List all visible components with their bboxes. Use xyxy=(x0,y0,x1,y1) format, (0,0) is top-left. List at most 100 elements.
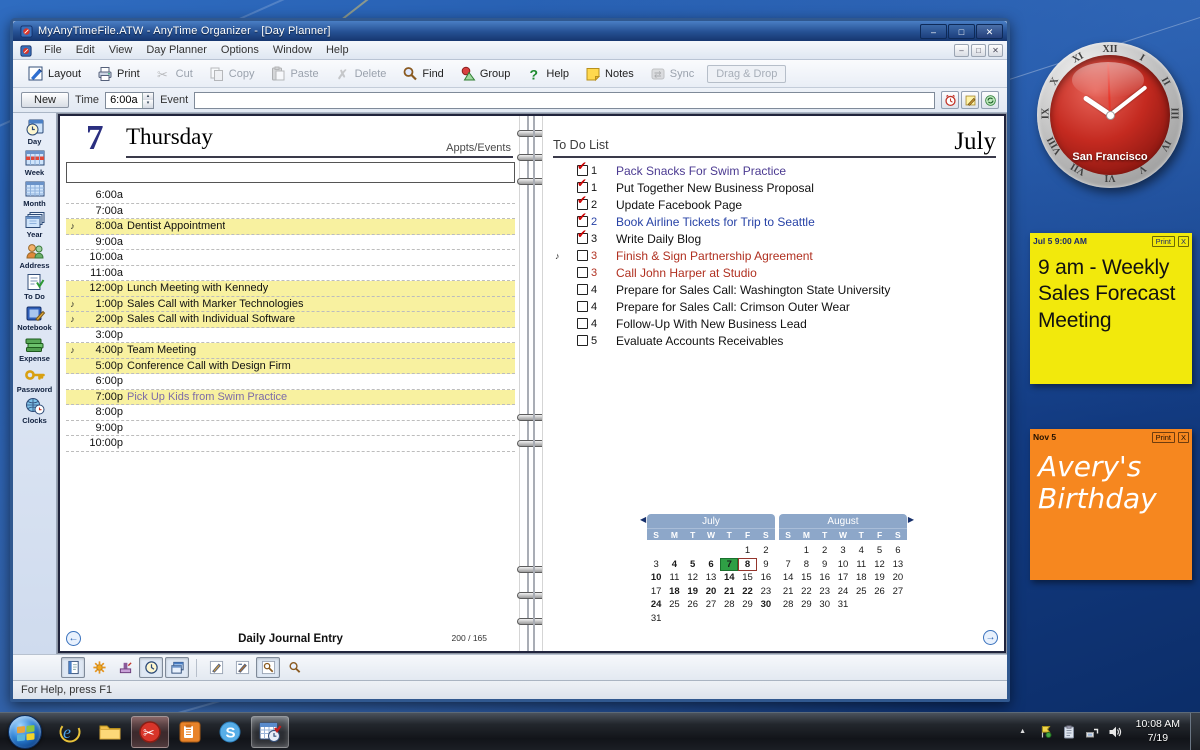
child-minimize-button[interactable]: – xyxy=(954,44,969,57)
taskbar-item-anytime-organizer-doc[interactable]: ✂ xyxy=(131,716,169,748)
todo-item[interactable]: 3Call John Harper at Studio xyxy=(553,264,996,281)
world-clock-widget[interactable]: XIIIIIIIIIVVVIVIIVIIIIXXXI San Francisco xyxy=(1037,42,1183,188)
time-slot-7-00p[interactable]: 7:00pPick Up Kids from Swim Practice xyxy=(66,390,515,406)
calendar-day-12[interactable]: 12 xyxy=(684,571,702,585)
pen-zoom-button[interactable] xyxy=(256,657,280,678)
title-bar[interactable]: MyAnyTimeFile.ATW - AnyTime Organizer - … xyxy=(13,21,1007,41)
spinner-up-icon[interactable]: ▴ xyxy=(143,93,153,101)
menu-edit[interactable]: Edit xyxy=(69,42,102,58)
todo-item[interactable]: ✔2Update Facebook Page xyxy=(553,196,996,213)
calendar-day-7[interactable]: 7 xyxy=(720,558,738,572)
options-gear-button[interactable] xyxy=(87,657,111,678)
calendar-day-27[interactable]: 27 xyxy=(702,598,720,612)
calendar-day-28[interactable]: 28 xyxy=(720,598,738,612)
sidebar-item-expense[interactable]: Expense xyxy=(13,333,57,364)
child-close-button[interactable]: ✕ xyxy=(988,44,1003,57)
calendar-day-12[interactable]: 12 xyxy=(870,558,888,572)
todo-item[interactable]: ✔2Book Airline Tickets for Trip to Seatt… xyxy=(553,213,996,230)
calendar-day-8[interactable]: 8 xyxy=(797,558,815,572)
sticky-note-text[interactable]: Avery's Birthday xyxy=(1030,445,1192,580)
todo-checkbox[interactable]: ✔ xyxy=(577,165,588,176)
spinner-arrows[interactable]: ▴ ▾ xyxy=(142,93,153,108)
calendar-day-3[interactable]: 3 xyxy=(647,558,665,572)
time-slot-9-00p[interactable]: 9:00p xyxy=(66,421,515,437)
stamp-button[interactable] xyxy=(113,657,137,678)
taskbar-item-anytime-organizer[interactable] xyxy=(251,716,289,748)
calendar-day-19[interactable]: 19 xyxy=(870,571,888,585)
calendar-day-15[interactable]: 15 xyxy=(797,571,815,585)
toolbar-print[interactable]: Print xyxy=(90,63,147,85)
calendar-day-26[interactable]: 26 xyxy=(684,598,702,612)
todo-checkbox[interactable] xyxy=(577,301,588,312)
tray-action-center-icon[interactable] xyxy=(1038,724,1054,740)
calendar-day-23[interactable]: 23 xyxy=(757,585,775,599)
sticky-note-text[interactable]: 9 am - Weekly Sales Forecast Meeting xyxy=(1030,249,1192,384)
calendar-day-15[interactable]: 15 xyxy=(738,571,756,585)
calendar-day-17[interactable]: 17 xyxy=(647,585,665,599)
toolbar-copy[interactable]: Copy xyxy=(202,63,262,85)
sidebar-item-year[interactable]: Year xyxy=(13,209,57,240)
cascade-button[interactable] xyxy=(165,657,189,678)
journal-button[interactable] xyxy=(61,657,85,678)
next-day-button[interactable]: → xyxy=(983,630,998,645)
pen-style-2-button[interactable] xyxy=(230,657,254,678)
toolbar-notes[interactable]: Notes xyxy=(578,63,641,85)
calendar-day-10[interactable]: 10 xyxy=(647,571,665,585)
calendar-day-14[interactable]: 14 xyxy=(720,571,738,585)
calendar-day-31[interactable]: 31 xyxy=(647,612,665,626)
todo-item[interactable]: ✔3Write Daily Blog xyxy=(553,230,996,247)
time-slot-9-00a[interactable]: 9:00a xyxy=(66,235,515,251)
todo-checkbox[interactable] xyxy=(577,284,588,295)
next-month-icon[interactable]: ▶ xyxy=(908,515,914,524)
calendar-day-2[interactable]: 2 xyxy=(816,544,834,558)
calendar-day-9[interactable]: 9 xyxy=(757,558,775,572)
todo-checkbox[interactable] xyxy=(577,318,588,329)
print-button[interactable]: Print xyxy=(1152,432,1175,443)
tray-expand-icon[interactable]: ▲ xyxy=(1015,724,1031,740)
close-icon[interactable]: X xyxy=(1178,236,1189,247)
taskbar-clock[interactable]: 10:08 AM 7/19 xyxy=(1130,718,1186,745)
sidebar-item-week[interactable]: Week xyxy=(13,147,57,178)
calendar-day-29[interactable]: 29 xyxy=(797,598,815,612)
calendar-day-24[interactable]: 24 xyxy=(834,585,852,599)
calendar-day-3[interactable]: 3 xyxy=(834,544,852,558)
tray-network-icon[interactable] xyxy=(1084,724,1100,740)
time-slot-12-00p[interactable]: 12:00pLunch Meeting with Kennedy xyxy=(66,281,515,297)
calendar-day-2[interactable]: 2 xyxy=(757,544,775,558)
todo-item[interactable]: ♪3Finish & Sign Partnership Agreement xyxy=(553,247,996,264)
menu-window[interactable]: Window xyxy=(266,42,319,58)
sidebar-item-notebook[interactable]: Notebook xyxy=(13,302,57,333)
toolbar-cut[interactable]: ✂Cut xyxy=(149,63,200,85)
todo-checkbox[interactable]: ✔ xyxy=(577,199,588,210)
print-button[interactable]: Print xyxy=(1152,236,1175,247)
taskbar-item-windows-explorer[interactable] xyxy=(91,716,129,748)
calendar-day-9[interactable]: 9 xyxy=(816,558,834,572)
menu-file[interactable]: File xyxy=(37,42,69,58)
calendar-day-18[interactable]: 18 xyxy=(852,571,870,585)
toolbar-layout[interactable]: Layout xyxy=(21,63,88,85)
taskbar-item-skype[interactable]: S xyxy=(211,716,249,748)
sticky-note-meeting[interactable]: Jul 5 9:00 AM Print X 9 am - Weekly Sale… xyxy=(1030,233,1192,384)
calendar-day-6[interactable]: 6 xyxy=(889,544,907,558)
calendar-day-18[interactable]: 18 xyxy=(665,585,683,599)
spinner-down-icon[interactable]: ▾ xyxy=(143,100,153,108)
todo-item[interactable]: ✔1Put Together New Business Proposal xyxy=(553,179,996,196)
time-spinner[interactable]: 6:00a ▴ ▾ xyxy=(105,92,154,109)
toolbar-paste[interactable]: Paste xyxy=(263,63,325,85)
event-input[interactable] xyxy=(194,92,935,109)
calendar-day-30[interactable]: 30 xyxy=(816,598,834,612)
time-slot-3-00p[interactable]: 3:00p xyxy=(66,328,515,344)
todo-checkbox[interactable]: ✔ xyxy=(577,182,588,193)
time-slot-6-00a[interactable]: 6:00a xyxy=(66,188,515,204)
toolbar-delete[interactable]: ✗Delete xyxy=(328,63,394,85)
calendar-day-5[interactable]: 5 xyxy=(684,558,702,572)
calendar-day-21[interactable]: 21 xyxy=(720,585,738,599)
toolbar-drag-drop[interactable]: Drag & Drop xyxy=(707,65,786,83)
calendar-day-28[interactable]: 28 xyxy=(779,598,797,612)
toolbar-sync[interactable]: ⇄Sync xyxy=(643,63,701,85)
sidebar-item-clocks[interactable]: Clocks xyxy=(13,395,57,426)
calendar-day-21[interactable]: 21 xyxy=(779,585,797,599)
calendar-day-16[interactable]: 16 xyxy=(757,571,775,585)
menu-help[interactable]: Help xyxy=(319,42,356,58)
time-slot-6-00p[interactable]: 6:00p xyxy=(66,374,515,390)
